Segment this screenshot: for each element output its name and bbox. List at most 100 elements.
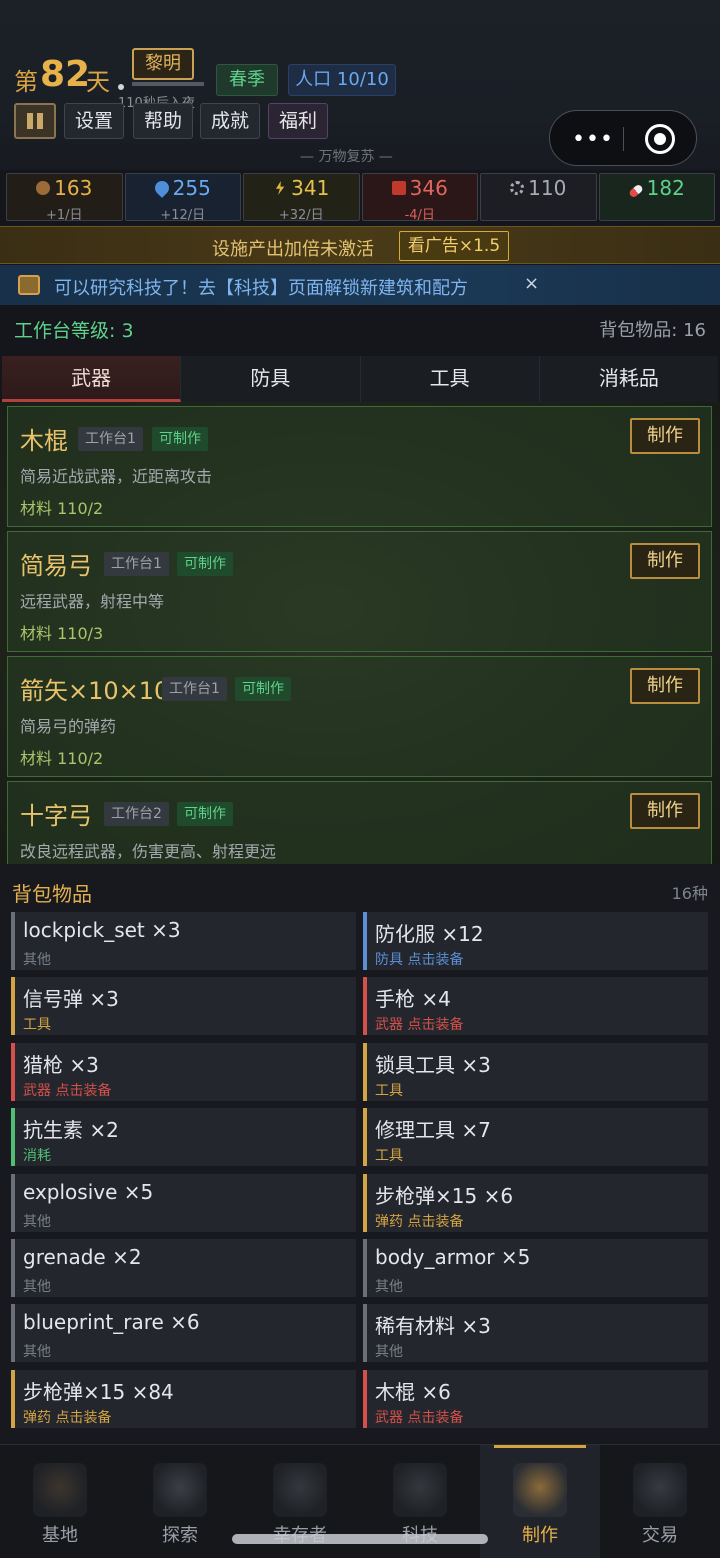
day-prefix: 第	[14, 68, 38, 96]
inventory-item[interactable]: 木棍 ×6 武器 点击装备	[363, 1369, 708, 1428]
nav-item-0[interactable]: 基地	[0, 1445, 120, 1558]
survivors-icon	[273, 1463, 327, 1517]
settings-button[interactable]: 设置	[64, 103, 124, 139]
resource-value: 341	[244, 176, 359, 200]
compass-icon	[153, 1463, 207, 1517]
craftable-tag: 可制作	[235, 677, 291, 701]
more-icon[interactable]: •••	[572, 127, 614, 152]
craft-button[interactable]: 制作	[630, 668, 700, 704]
achievements-button[interactable]: 成就	[200, 103, 260, 139]
welfare-button[interactable]: 福利	[268, 103, 328, 139]
inventory-item[interactable]: 步枪弹×15 ×84 弹药 点击装备	[11, 1369, 356, 1428]
inventory-item[interactable]: 猎枪 ×3 武器 点击装备	[11, 1042, 356, 1101]
inventory-item[interactable]: 手枪 ×4 武器 点击装备	[363, 977, 708, 1036]
food-icon	[36, 181, 51, 195]
resource-value: 346	[363, 176, 478, 200]
craft-button[interactable]: 制作	[630, 793, 700, 829]
tab-consumables[interactable]: 消耗品	[540, 356, 718, 402]
season-badge: 春季	[216, 64, 278, 96]
recipe-description: 远程武器，射程中等	[20, 592, 165, 611]
resource-value: 255	[126, 176, 241, 200]
nav-item-4[interactable]: 制作	[480, 1445, 600, 1558]
nav-item-5[interactable]: 交易	[600, 1445, 720, 1558]
inventory-title: 背包物品	[12, 882, 92, 906]
craft-category-tabs: 武器 防具 工具 消耗品	[2, 356, 718, 402]
close-icon[interactable]: ×	[524, 273, 539, 294]
tech-notice-icon	[18, 275, 40, 295]
resource-box: 110	[480, 173, 597, 221]
game-screen: 第 82 天 黎明 110秒后入夜 春季 人口 10/10 设置 帮助 成就 福…	[0, 0, 720, 1558]
item-category: 武器 点击装备	[375, 1409, 464, 1426]
item-category: 消耗	[23, 1148, 51, 1165]
inventory-item[interactable]: 抗生素 ×2 消耗	[11, 1108, 356, 1167]
resource-rate: +1/日	[45, 208, 83, 223]
resource-amount: 182	[646, 176, 685, 200]
item-category: 其他	[375, 1279, 403, 1295]
item-name: 防化服 ×12	[375, 922, 484, 946]
recipe-name: 简易弓	[20, 552, 92, 580]
inventory-item[interactable]: lockpick_set ×3 其他	[11, 912, 356, 970]
capsule-divider	[623, 127, 624, 151]
item-category: 其他	[375, 1344, 403, 1361]
item-name: 稀有材料 ×3	[375, 1314, 491, 1339]
inventory-item[interactable]: 防化服 ×12 防具 点击装备	[363, 912, 708, 970]
nav-item-1[interactable]: 探索	[120, 1445, 240, 1558]
help-button[interactable]: 帮助	[133, 103, 193, 139]
recipe-card: 箭矢×10×10 工作台1 可制作 简易弓的弹药 材料 110/2 制作	[7, 656, 712, 777]
resource-value: 182	[600, 176, 715, 200]
item-name: 猎枪 ×3	[23, 1052, 99, 1077]
inventory-item[interactable]: 稀有材料 ×3 其他	[363, 1304, 708, 1363]
recipe-name: 木棍	[20, 427, 68, 455]
tech-notice-banner[interactable]: 可以研究科技了！去【科技】页面解锁新建筑和配方 ×	[0, 265, 720, 305]
item-category: 其他	[23, 1279, 51, 1295]
recipe-list: 木棍 工作台1 可制作 简易近战武器，近距离攻击 材料 110/2 制作 简易弓…	[0, 402, 720, 864]
time-phase-badge: 黎明	[132, 48, 194, 80]
craftable-tag: 可制作	[177, 802, 233, 826]
trade-icon	[633, 1463, 687, 1517]
inventory-item[interactable]: body_armor ×5 其他	[363, 1239, 708, 1297]
close-target-icon[interactable]	[645, 124, 675, 154]
recipe-description: 简易弓的弹药	[20, 717, 117, 736]
water-icon	[151, 178, 172, 198]
recipe-card: 十字弓 工作台2 可制作 改良远程武器，伤害更高、射程更远 制作	[7, 781, 712, 864]
item-category: 武器 点击装备	[23, 1082, 112, 1099]
item-name: blueprint_rare ×6	[23, 1310, 200, 1335]
item-name: 步枪弹×15 ×84	[23, 1379, 174, 1404]
item-category: 防具 点击装备	[375, 952, 464, 968]
inventory-item[interactable]: 步枪弹×15 ×6 弹药 点击装备	[363, 1173, 708, 1232]
workbench-tag: 工作台2	[104, 802, 169, 826]
tab-tools[interactable]: 工具	[361, 356, 540, 402]
resource-box: 182	[598, 173, 715, 221]
resource-rate: +32/日	[278, 208, 324, 223]
tech-gear-icon	[393, 1463, 447, 1517]
inventory-item[interactable]: explosive ×5 其他	[11, 1173, 356, 1232]
resource-amount: 163	[54, 176, 93, 200]
inventory-item[interactable]: 信号弹 ×3 工具	[11, 977, 356, 1036]
tab-weapons[interactable]: 武器	[2, 356, 182, 402]
craft-button[interactable]: 制作	[630, 418, 700, 454]
item-category: 工具	[375, 1148, 403, 1165]
boost-status-text: 设施产出加倍未激活	[212, 239, 374, 260]
item-category: 其他	[23, 952, 51, 968]
pause-button[interactable]	[14, 103, 56, 139]
resource-amount: 346	[409, 176, 448, 200]
item-name: 信号弹 ×3	[23, 987, 119, 1012]
item-name: explosive ×5	[23, 1179, 154, 1204]
resource-box: 341 +32/日	[243, 173, 360, 223]
tech-notice-text[interactable]: 可以研究科技了！去【科技】页面解锁新建筑和配方	[54, 274, 468, 300]
resource-bar: 163 +1/日 255 +12/日 341 +32/日 346 -4/日 110 182	[6, 173, 715, 223]
inventory-item[interactable]: 锁具工具 ×3 工具	[363, 1042, 708, 1101]
nav-label: 制作	[522, 1525, 558, 1546]
fuel-icon	[391, 181, 406, 195]
inventory-item[interactable]: 修理工具 ×7 工具	[363, 1108, 708, 1167]
watch-ad-button[interactable]: 看广告×1.5	[399, 231, 509, 261]
recipe-description: 简易近战武器，近距离攻击	[20, 467, 213, 486]
inventory-item[interactable]: grenade ×2 其他	[11, 1239, 356, 1297]
inventory-item[interactable]: blueprint_rare ×6 其他	[11, 1304, 356, 1363]
workbench-tag: 工作台1	[78, 427, 143, 451]
population-badge: 人口 10/10	[288, 64, 396, 96]
tab-armor[interactable]: 防具	[181, 356, 361, 402]
craft-button[interactable]: 制作	[630, 543, 700, 579]
resource-box: 163 +1/日	[6, 173, 123, 223]
resource-amount: 110	[528, 176, 567, 200]
